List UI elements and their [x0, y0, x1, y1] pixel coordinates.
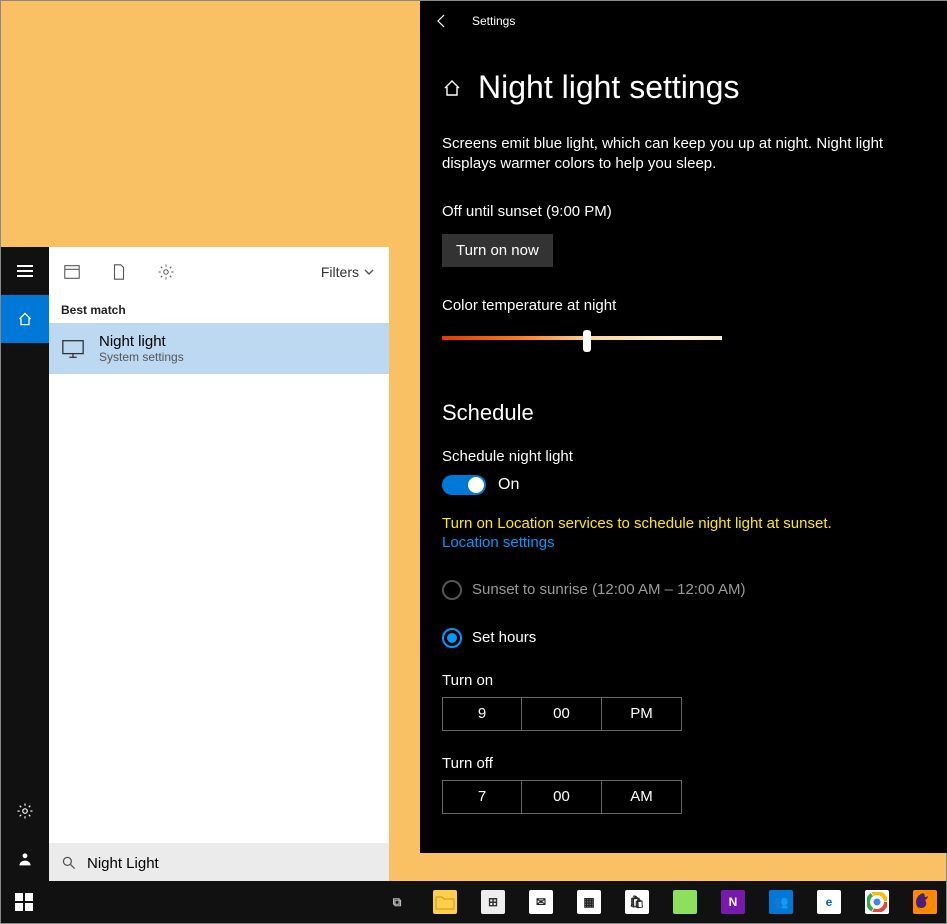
schedule-heading: Schedule [442, 400, 926, 426]
calendar-icon[interactable]: ▦ [568, 886, 610, 918]
monitor-icon [61, 338, 85, 360]
radio-sethours[interactable] [442, 628, 462, 648]
page-description: Screens emit blue light, which can keep … [442, 134, 912, 175]
schedule-toggle-row: On [442, 475, 926, 495]
turn-off-min[interactable]: 00 [522, 780, 602, 814]
filters-label: Filters [321, 264, 359, 280]
mail-icon[interactable]: ✉ [520, 886, 562, 918]
radio-sunset-label: Sunset to sunrise (12:00 AM – 12:00 AM) [472, 581, 746, 598]
schedule-toggle-state: On [498, 476, 519, 494]
search-input-row [49, 843, 389, 883]
taskbar: ⧉ ⊞✉▦🛍 N👥e [1, 881, 946, 923]
rail-menu-button[interactable] [1, 247, 49, 295]
filters-dropdown[interactable]: Filters [321, 264, 375, 280]
settings-scope-icon[interactable] [157, 263, 175, 281]
home-icon [17, 311, 33, 327]
rail-user-button[interactable] [1, 835, 49, 883]
settings-window: Settings Night light settings Screens em… [420, 1, 947, 853]
start-button[interactable] [1, 881, 46, 923]
calculator-icon[interactable]: ⊞ [472, 886, 514, 918]
search-panel: Filters Best match Night light System se… [49, 247, 389, 883]
radio-sunset-row[interactable]: Sunset to sunrise (12:00 AM – 12:00 AM) [442, 580, 926, 600]
task-view-icon[interactable]: ⧉ [376, 886, 418, 918]
turn-off-time: 7 00 AM [442, 780, 926, 814]
store-icon[interactable]: 🛍 [616, 886, 658, 918]
result-night-light[interactable]: Night light System settings [49, 323, 389, 374]
settings-titlebar: Settings [420, 1, 947, 41]
search-toolbar: Filters [49, 247, 389, 297]
user-icon [17, 851, 33, 867]
onenote-icon[interactable]: N [712, 886, 754, 918]
location-settings-link[interactable]: Location settings [442, 534, 555, 551]
location-warning: Turn on Location services to schedule ni… [442, 515, 926, 532]
turn-on-min[interactable]: 00 [522, 697, 602, 731]
sticky-notes-icon[interactable] [664, 886, 706, 918]
turn-on-now-button[interactable]: Turn on now [442, 234, 553, 267]
back-arrow-icon[interactable] [434, 13, 450, 29]
window-label: Settings [472, 14, 515, 28]
slider-thumb[interactable] [583, 330, 591, 352]
file-explorer-icon[interactable] [424, 886, 466, 918]
color-temp-label: Color temperature at night [442, 297, 926, 314]
hamburger-icon [17, 265, 33, 277]
search-input[interactable] [87, 855, 377, 872]
start-rail [1, 247, 49, 883]
windows-logo-icon [15, 893, 33, 911]
slider-track [442, 336, 722, 340]
result-title: Night light [99, 333, 184, 350]
rail-home-button[interactable] [1, 295, 49, 343]
status-text: Off until sunset (9:00 PM) [442, 203, 926, 220]
page-title-row: Night light settings [442, 69, 926, 106]
search-results-area [49, 374, 389, 843]
turn-on-ampm[interactable]: PM [602, 697, 682, 731]
turn-on-label: Turn on [442, 672, 926, 689]
radio-sethours-row[interactable]: Set hours [442, 628, 926, 648]
turn-off-label: Turn off [442, 755, 926, 772]
turn-on-time: 9 00 PM [442, 697, 926, 731]
best-match-header: Best match [49, 297, 389, 323]
chrome-icon[interactable] [856, 886, 898, 918]
firefox-icon[interactable] [904, 886, 946, 918]
radio-sunset[interactable] [442, 580, 462, 600]
color-temp-slider[interactable] [442, 324, 722, 354]
home-icon[interactable] [442, 78, 462, 98]
search-icon [61, 855, 77, 871]
radio-sethours-label: Set hours [472, 629, 536, 646]
people-icon[interactable]: 👥 [760, 886, 802, 918]
rail-settings-button[interactable] [1, 787, 49, 835]
turn-off-hour[interactable]: 7 [442, 780, 522, 814]
gear-icon [16, 802, 34, 820]
turn-on-hour[interactable]: 9 [442, 697, 522, 731]
schedule-toggle-label: Schedule night light [442, 448, 926, 465]
taskbar-search-zone [46, 881, 368, 923]
page-title: Night light settings [478, 69, 739, 106]
settings-body: Night light settings Screens emit blue l… [420, 41, 947, 814]
turn-off-ampm[interactable]: AM [602, 780, 682, 814]
documents-scope-icon[interactable] [111, 263, 127, 281]
taskbar-apps: ⧉ ⊞✉▦🛍 N👥e [368, 886, 946, 918]
chevron-down-icon [363, 266, 375, 278]
edge-icon[interactable]: e [808, 886, 850, 918]
schedule-toggle[interactable] [442, 475, 486, 495]
result-subtitle: System settings [99, 350, 184, 364]
apps-scope-icon[interactable] [63, 263, 81, 281]
